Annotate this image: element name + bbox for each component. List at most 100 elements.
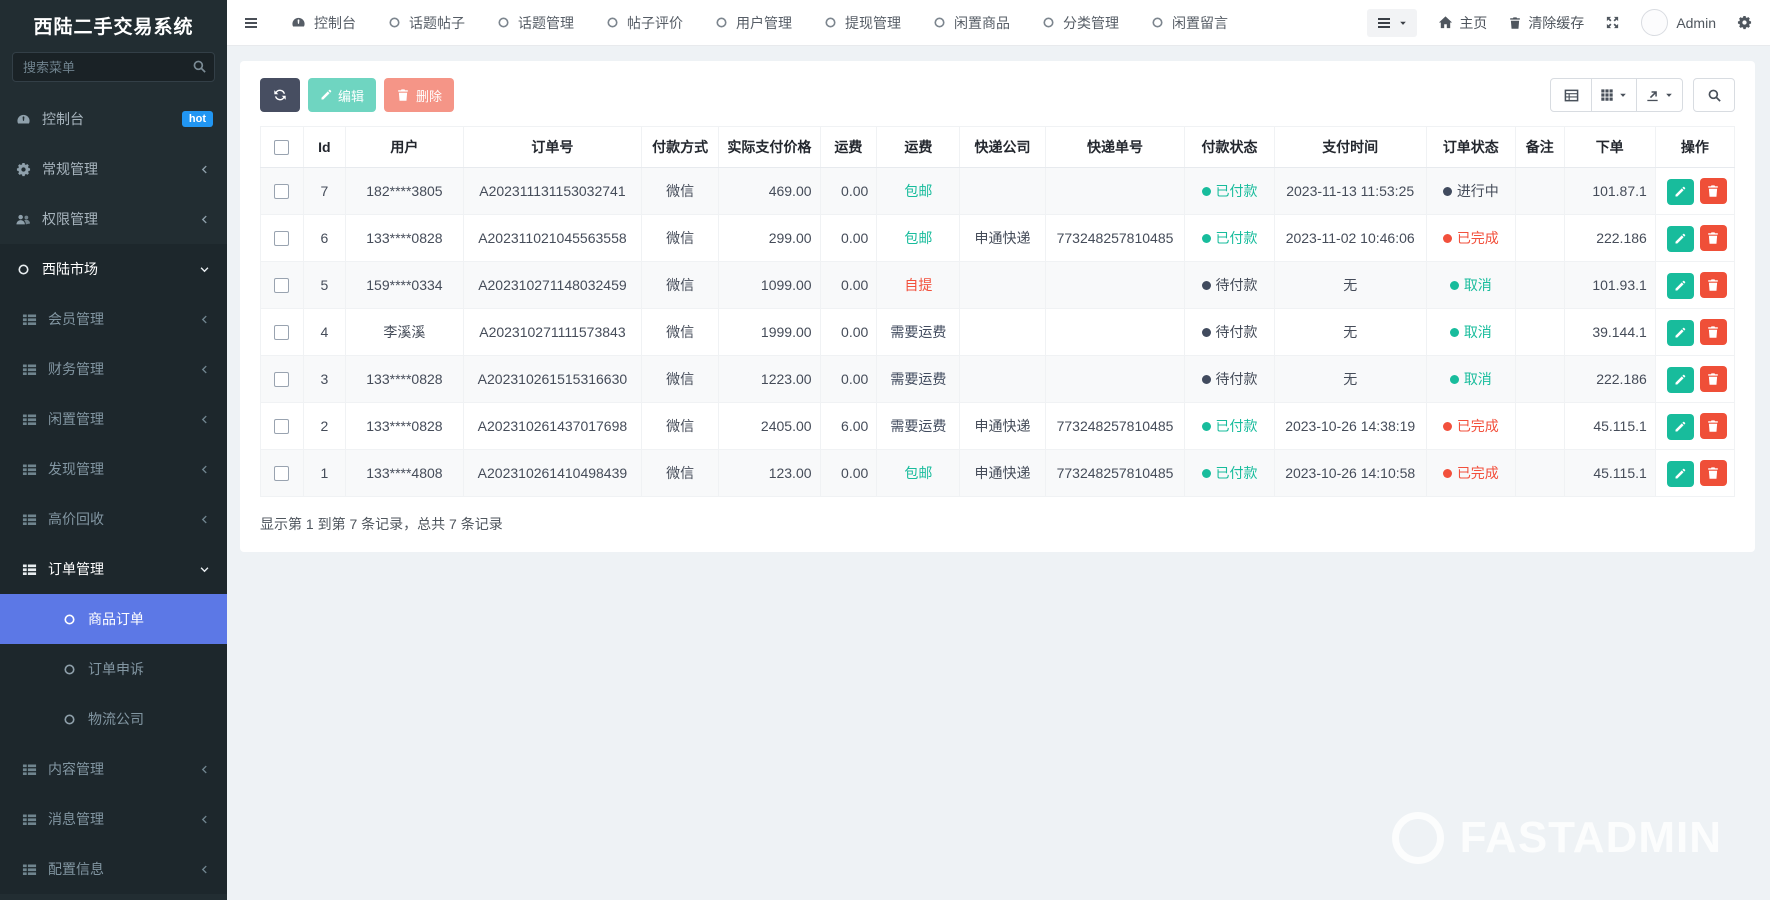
menu-toggle-button[interactable] [227, 0, 275, 45]
cell-pay_method: 微信 [642, 168, 719, 215]
cell-actions [1655, 215, 1734, 262]
delete-row-button[interactable] [1700, 413, 1727, 439]
cell-fee_type: 自提 [877, 262, 960, 309]
cell-ip: 39.144.1 [1564, 309, 1655, 356]
sidebar-item-label: 订单管理 [48, 559, 185, 579]
nav-tab-1[interactable]: 控制台 [275, 0, 372, 45]
nav-tab-8[interactable]: 分类管理 [1026, 0, 1135, 45]
sidebar-item-label: 商品订单 [88, 609, 213, 629]
table-view-button[interactable] [1550, 78, 1592, 112]
nav-tab-4[interactable]: 帖子评价 [590, 0, 699, 45]
circle-icon [606, 16, 619, 29]
home-link[interactable]: 主页 [1438, 13, 1487, 33]
fastadmin-watermark: FASTADMIN [1392, 812, 1722, 864]
cell-order_status: 取消 [1426, 262, 1515, 309]
nav-tab-3[interactable]: 话题管理 [481, 0, 590, 45]
nav-tab-label: 话题帖子 [409, 13, 465, 33]
sidebar-item-5[interactable]: 会员管理 [0, 294, 227, 344]
sidebar-item-label: 消息管理 [48, 809, 185, 829]
edit-row-button[interactable] [1667, 179, 1694, 205]
row-checkbox[interactable] [274, 325, 289, 340]
edit-row-button[interactable] [1667, 414, 1694, 440]
cell-express_no [1045, 262, 1185, 309]
columns-dropdown-button[interactable] [1591, 78, 1637, 112]
sidebar-item-4[interactable]: 西陆市场 [0, 244, 227, 294]
cell-price: 123.00 [719, 450, 820, 497]
nav-tab-6[interactable]: 提现管理 [808, 0, 917, 45]
topbar: 控制台 话题帖子话题管理帖子评价用户管理提现管理闲置商品分类管理闲置留言 主页 清… [227, 0, 1770, 46]
sidebar-item-13[interactable]: 物流公司 [0, 694, 227, 744]
sidebar-item-11[interactable]: 商品订单 [0, 594, 227, 644]
sidebar-item-8[interactable]: 发现管理 [0, 444, 227, 494]
tabs-list-dropdown[interactable] [1367, 9, 1417, 37]
cell-express_no [1045, 356, 1185, 403]
delete-row-button[interactable] [1700, 460, 1727, 486]
clear-cache-link[interactable]: 清除缓存 [1508, 13, 1584, 33]
cell-pay_time: 无 [1274, 309, 1426, 356]
circle-icon [1151, 16, 1164, 29]
pay_status-badge: 待付款 [1202, 369, 1258, 389]
delete-row-button[interactable] [1700, 178, 1727, 204]
delete-row-button[interactable] [1700, 319, 1727, 345]
fullscreen-button[interactable] [1605, 15, 1620, 30]
sidebar-item-9[interactable]: 高价回收 [0, 494, 227, 544]
nav-tab-5[interactable]: 用户管理 [699, 0, 808, 45]
th-list-icon [20, 862, 38, 877]
delete-row-button[interactable] [1700, 366, 1727, 392]
th-list-icon [20, 812, 38, 827]
select-all-checkbox[interactable] [274, 140, 289, 155]
cell-actions [1655, 262, 1734, 309]
fee-type-label: 包邮 [904, 183, 932, 199]
edit-row-button[interactable] [1667, 320, 1694, 346]
edit-row-button[interactable] [1667, 273, 1694, 299]
user-menu[interactable]: Admin [1641, 9, 1716, 36]
settings-gear-button[interactable] [1737, 15, 1752, 30]
export-dropdown-button[interactable] [1636, 78, 1683, 112]
edit-button[interactable]: 编辑 [308, 78, 376, 112]
cell-express: 申通快递 [960, 403, 1045, 450]
row-checkbox[interactable] [274, 419, 289, 434]
sidebar-item-10[interactable]: 订单管理 [0, 544, 227, 594]
sidebar-item-12[interactable]: 订单申诉 [0, 644, 227, 694]
status-label: 已付款 [1216, 463, 1258, 483]
col-header-user: 用户 [346, 127, 464, 168]
row-checkbox[interactable] [274, 231, 289, 246]
content-area: 编辑 删除 Id用户订单号付款方式实际支付价格运费运费快递公司快递单号付款状态支… [227, 46, 1770, 900]
edit-row-button[interactable] [1667, 367, 1694, 393]
home-label: 主页 [1459, 13, 1487, 33]
status-dot-icon [1202, 422, 1211, 431]
row-checkbox[interactable] [274, 184, 289, 199]
orders-table: Id用户订单号付款方式实际支付价格运费运费快递公司快递单号付款状态支付时间订单状… [260, 126, 1735, 497]
cell-ip: 222.186 [1564, 356, 1655, 403]
row-checkbox[interactable] [274, 466, 289, 481]
cell-pay_time: 无 [1274, 356, 1426, 403]
delete-row-button[interactable] [1700, 272, 1727, 298]
nav-tab-9[interactable]: 闲置留言 [1135, 0, 1244, 45]
sidebar-search-input[interactable] [12, 52, 215, 82]
delete-button[interactable]: 删除 [384, 78, 454, 112]
sidebar-item-6[interactable]: 财务管理 [0, 344, 227, 394]
sidebar-item-14[interactable]: 内容管理 [0, 744, 227, 794]
sidebar-item-2[interactable]: 常规管理 [0, 144, 227, 194]
delete-row-button[interactable] [1700, 225, 1727, 251]
sidebar-item-15[interactable]: 消息管理 [0, 794, 227, 844]
status-label: 已完成 [1457, 416, 1499, 436]
sidebar-item-7[interactable]: 闲置管理 [0, 394, 227, 444]
row-checkbox[interactable] [274, 278, 289, 293]
nav-tab-7[interactable]: 闲置商品 [917, 0, 1026, 45]
refresh-button[interactable] [260, 78, 300, 112]
cell-fee: 0.00 [820, 168, 877, 215]
table-row: 7182****3805A202311131153032741微信469.000… [261, 168, 1735, 215]
edit-row-button[interactable] [1667, 226, 1694, 252]
cell-user: 李溪溪 [346, 309, 464, 356]
sidebar-item-1[interactable]: 控制台hot [0, 94, 227, 144]
row-checkbox[interactable] [274, 372, 289, 387]
sidebar-item-label: 控制台 [42, 109, 172, 129]
search-toggle-button[interactable] [1693, 78, 1735, 112]
status-label: 待付款 [1216, 369, 1258, 389]
edit-row-button[interactable] [1667, 461, 1694, 487]
sidebar-item-16[interactable]: 配置信息 [0, 844, 227, 894]
sidebar-item-3[interactable]: 权限管理 [0, 194, 227, 244]
nav-tab-2[interactable]: 话题帖子 [372, 0, 481, 45]
status-label: 取消 [1464, 275, 1492, 295]
